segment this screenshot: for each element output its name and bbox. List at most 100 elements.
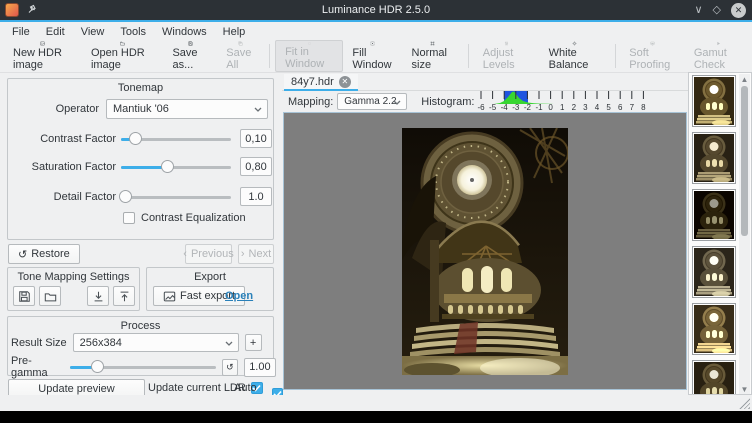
menu-view[interactable]: View [73, 25, 113, 39]
mapping-histogram-row: Mapping: Gamma 2.2 Histogram: [282, 91, 688, 112]
svg-text:0: 0 [549, 103, 554, 112]
svg-text:8: 8 [642, 103, 647, 112]
contrast-factor-slider[interactable] [121, 132, 231, 146]
tabbar: 84y7.hdr ✕ [282, 74, 688, 91]
new-hdr-image-button[interactable]: New HDR image [4, 40, 82, 72]
pre-gamma-label: Pre-gamma [11, 355, 64, 379]
saturation-factor-label: Saturation Factor [8, 161, 121, 173]
preview-thumbnail-3[interactable] [692, 189, 736, 241]
result-size-label: Result Size [11, 337, 67, 349]
pre-gamma-reset-button[interactable]: ↺ [222, 359, 238, 376]
restore-button[interactable]: ↺Restore [8, 244, 80, 264]
add-result-size-button[interactable]: + [245, 334, 262, 351]
menu-windows[interactable]: Windows [154, 25, 215, 39]
chevron-down-icon [393, 100, 401, 105]
chevron-right-icon: › [241, 248, 245, 260]
save-as-button[interactable]: Save as... [163, 40, 217, 72]
preview-thumbnail-2[interactable] [692, 132, 736, 184]
preview-thumbnail-6[interactable] [692, 360, 736, 395]
detail-factor-slider[interactable] [121, 190, 231, 204]
normal-size-button[interactable]: Normal size [403, 40, 464, 72]
contrast-equalization-label: Contrast Equalization [141, 212, 246, 224]
saturation-factor-value[interactable]: 0,80 [240, 157, 272, 176]
result-size-combobox[interactable]: 256x384 [73, 333, 239, 352]
statusbar [0, 395, 752, 411]
folder-icon [44, 290, 57, 303]
preview-thumbnail-1[interactable] [692, 75, 736, 127]
levels-icon [499, 41, 514, 46]
image-icon [163, 290, 176, 303]
adjust-levels-button: Adjust Levels [474, 40, 540, 72]
monitor-icon [645, 41, 660, 46]
load-tm-settings-button[interactable] [39, 286, 61, 306]
maximize-icon[interactable]: ◇ [713, 5, 721, 16]
fill-window-icon [365, 41, 380, 46]
fill-window-button[interactable]: Fill Window [343, 40, 402, 72]
fetch-tm-settings-button[interactable] [113, 286, 135, 306]
sun-icon [567, 41, 582, 46]
viewer-area: 84y7.hdr ✕ Mapping: Gamma 2.2 Histogram: [282, 74, 688, 395]
minimize-icon[interactable]: ∨ [694, 5, 702, 16]
arrow-down-to-bar-icon [92, 290, 105, 303]
menu-help[interactable]: Help [215, 25, 254, 39]
undo-icon: ↺ [226, 362, 234, 373]
tm-settings-groupbox: Tone Mapping Settings [7, 267, 140, 311]
save-icon [183, 41, 198, 46]
svg-text:-4: -4 [501, 103, 509, 112]
save-all-button: Save All [217, 40, 264, 72]
save-icon [18, 290, 31, 303]
image-viewport[interactable] [283, 112, 687, 390]
scrollbar-handle[interactable] [741, 86, 748, 236]
svg-text:7: 7 [630, 103, 635, 112]
preview-thumbnail-5[interactable] [692, 303, 736, 355]
tonemap-groupbox: Tonemap Operator Mantiuk '06 Contrast Fa… [7, 78, 274, 240]
white-balance-button[interactable]: White Balance [540, 40, 610, 72]
svg-text:-3: -3 [513, 103, 521, 112]
pre-gamma-slider[interactable] [70, 360, 216, 374]
menubar: File Edit View Tools Windows Help [0, 24, 752, 40]
pre-gamma-value[interactable]: 1.00 [244, 358, 276, 377]
fit-window-icon [302, 42, 317, 45]
export-groupbox: Export Fast export Open [146, 267, 274, 311]
detail-factor-value[interactable]: 1.0 [240, 187, 272, 206]
menu-edit[interactable]: Edit [38, 25, 73, 39]
tonemap-group-title: Tonemap [8, 79, 273, 94]
menu-tools[interactable]: Tools [112, 25, 154, 39]
apply-tm-settings-button[interactable] [87, 286, 109, 306]
folder-icon [115, 41, 130, 46]
svg-text:5: 5 [607, 103, 612, 112]
svg-text:2: 2 [572, 103, 577, 112]
svg-text:4: 4 [595, 103, 600, 112]
next-button: ›Next [238, 244, 274, 264]
image-icon [35, 41, 50, 46]
svg-text:1: 1 [560, 103, 565, 112]
gamut-triangle-icon [711, 41, 726, 46]
histogram-ruler[interactable]: -6-5 -4-3 -2-1 01 23 45 67 8 [476, 91, 656, 112]
svg-text:3: 3 [584, 103, 589, 112]
mapping-combobox[interactable]: Gamma 2.2 [337, 93, 407, 110]
contrast-equalization-checkbox[interactable] [123, 212, 135, 224]
process-group-title: Process [8, 317, 273, 332]
arrow-up-from-bar-icon [118, 290, 131, 303]
contrast-factor-value[interactable]: 0,10 [240, 129, 272, 148]
export-group-title: Export [147, 268, 273, 283]
preview-thumbnail-4[interactable] [692, 246, 736, 298]
saturation-factor-slider[interactable] [121, 160, 231, 174]
tab-close-icon[interactable]: ✕ [339, 76, 351, 88]
resize-grip[interactable] [739, 398, 750, 409]
thumbnails-scrollbar[interactable]: ▲ ▼ [739, 74, 750, 394]
operator-label: Operator [8, 103, 106, 115]
svg-text:-5: -5 [489, 103, 497, 112]
operator-combobox[interactable]: Mantiuk '06 [106, 99, 268, 119]
save-tm-settings-button[interactable] [13, 286, 35, 306]
plus-icon: + [250, 337, 256, 349]
svg-text:-6: -6 [478, 103, 486, 112]
tab-84y7-hdr[interactable]: 84y7.hdr ✕ [284, 74, 358, 91]
menu-file[interactable]: File [4, 25, 38, 39]
close-icon[interactable]: ✕ [731, 3, 746, 18]
previous-button: ‹Previous [185, 244, 232, 264]
open-hdr-image-button[interactable]: Open HDR image [82, 40, 164, 72]
hdr-preview-image [402, 128, 568, 375]
save-all-icon [233, 41, 248, 46]
open-export-link[interactable]: Open [225, 290, 253, 302]
